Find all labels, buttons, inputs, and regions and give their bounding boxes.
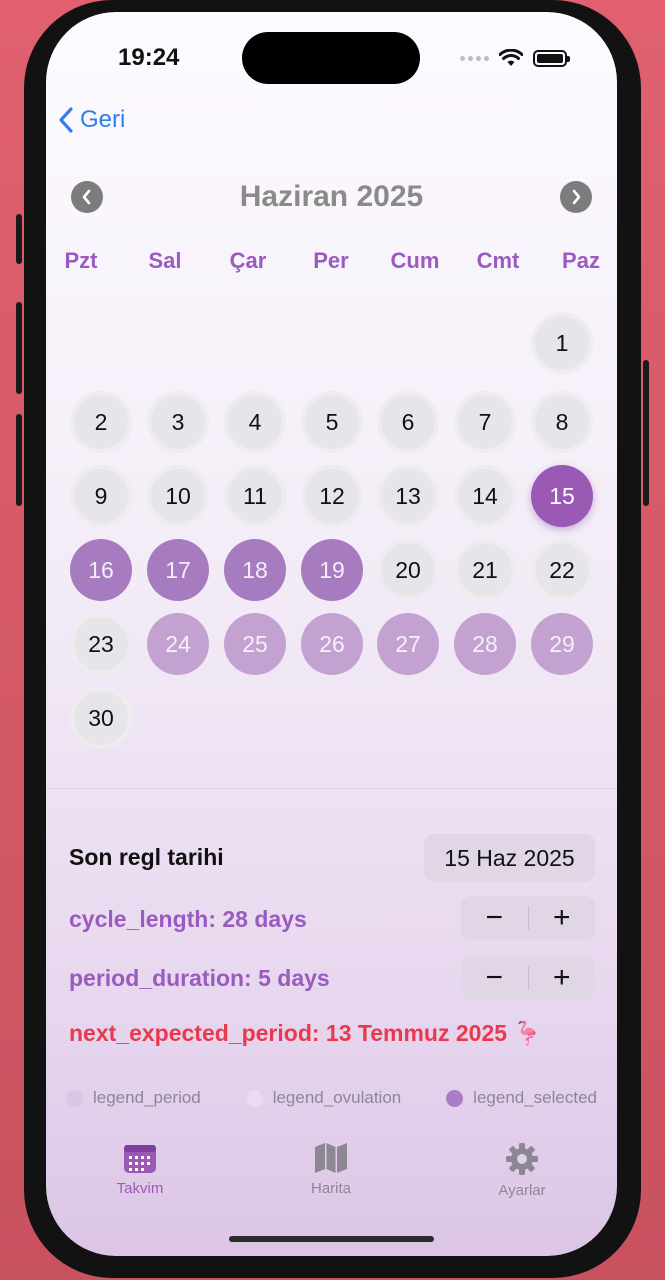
calendar-day-period[interactable]: 19 bbox=[301, 539, 363, 601]
legend-ovulation-label: legend_ovulation bbox=[272, 1088, 402, 1107]
battery-icon bbox=[533, 49, 570, 67]
calendar-day-ovulation[interactable]: 27 bbox=[377, 613, 439, 675]
period-duration-decrement-button[interactable]: − bbox=[461, 956, 528, 1000]
volume-up-button bbox=[16, 302, 22, 394]
calendar-legend: legend_period legend_ovulation legend_se… bbox=[66, 1088, 597, 1108]
tab-bar: Takvim Harita Ayarlar bbox=[46, 1142, 617, 1212]
cycle-length-label: cycle_length: 28 days bbox=[69, 906, 307, 932]
calendar-day[interactable]: 13 bbox=[377, 465, 439, 527]
month-header: Haziran 2025 bbox=[46, 176, 617, 220]
weekday-label: Sal bbox=[148, 248, 182, 273]
calendar-day-ovulation[interactable]: 29 bbox=[531, 613, 593, 675]
cycle-length-increment-button[interactable]: + bbox=[529, 896, 596, 940]
calendar-day[interactable]: 14 bbox=[454, 465, 516, 527]
chevron-left-icon bbox=[59, 107, 73, 133]
calendar-day[interactable]: 11 bbox=[224, 465, 286, 527]
calendar-day-period[interactable]: 16 bbox=[70, 539, 132, 601]
app-screen: 19:24 Geri Haziran 2025 Pzt Sal Çar Per … bbox=[46, 12, 617, 1256]
signal-icon bbox=[460, 55, 489, 61]
calendar-day[interactable]: 9 bbox=[70, 465, 132, 527]
next-month-button[interactable] bbox=[560, 181, 592, 213]
calendar-day[interactable]: 8 bbox=[531, 391, 593, 453]
calendar-day[interactable]: 30 bbox=[70, 687, 132, 749]
last-period-date-picker[interactable]: 15 Haz 2025 bbox=[424, 834, 595, 882]
gear-icon bbox=[506, 1143, 538, 1175]
calendar-day-ovulation[interactable]: 26 bbox=[301, 613, 363, 675]
calendar-day[interactable]: 21 bbox=[454, 539, 516, 601]
calendar-day-ovulation[interactable]: 28 bbox=[454, 613, 516, 675]
calendar-day[interactable]: 20 bbox=[377, 539, 439, 601]
tab-settings[interactable]: Ayarlar bbox=[462, 1142, 582, 1199]
calendar-day[interactable]: 1 bbox=[531, 312, 593, 374]
calendar-day[interactable]: 10 bbox=[147, 465, 209, 527]
weekday-header: Pzt Sal Çar Per Cum Cmt Paz bbox=[46, 248, 617, 278]
home-indicator bbox=[229, 1236, 434, 1242]
period-dot-icon bbox=[66, 1089, 83, 1107]
calendar-day[interactable]: 23 bbox=[70, 613, 132, 675]
calendar-day[interactable]: 7 bbox=[454, 391, 516, 453]
wifi-icon bbox=[499, 49, 523, 66]
next-expected-period-label: next_expected_period: 13 Temmuz 2025 🦩 bbox=[69, 1020, 543, 1046]
period-duration-stepper: − + bbox=[461, 956, 595, 1000]
calendar-day[interactable]: 6 bbox=[377, 391, 439, 453]
calendar-day[interactable]: 4 bbox=[224, 391, 286, 453]
period-duration-increment-button[interactable]: + bbox=[529, 956, 596, 1000]
calendar-day-ovulation[interactable]: 25 bbox=[224, 613, 286, 675]
legend-item-selected: legend_selected bbox=[446, 1088, 597, 1108]
weekday-label: Cmt bbox=[476, 248, 520, 273]
cycle-length-stepper: − + bbox=[461, 896, 595, 940]
weekday-label: Cum bbox=[390, 248, 440, 273]
legend-selected-label: legend_selected bbox=[473, 1088, 597, 1107]
tab-calendar[interactable]: Takvim bbox=[80, 1142, 200, 1197]
calendar-day[interactable]: 2 bbox=[70, 391, 132, 453]
calendar-day-period[interactable]: 17 bbox=[147, 539, 209, 601]
calendar-day[interactable]: 5 bbox=[301, 391, 363, 453]
chevron-right-icon bbox=[572, 189, 581, 205]
power-button bbox=[643, 360, 649, 506]
legend-item-period: legend_period bbox=[66, 1088, 201, 1108]
weekday-label: Çar bbox=[229, 248, 267, 273]
legend-item-ovulation: legend_ovulation bbox=[245, 1088, 402, 1108]
period-duration-label: period_duration: 5 days bbox=[69, 965, 330, 991]
selected-dot-icon bbox=[446, 1089, 464, 1107]
weekday-label: Pzt bbox=[64, 248, 98, 273]
status-icons bbox=[460, 49, 570, 67]
weekday-label: Per bbox=[313, 248, 349, 273]
month-title: Haziran 2025 bbox=[239, 180, 424, 213]
last-period-label: Son regl tarihi bbox=[69, 844, 224, 870]
calendar-day[interactable]: 3 bbox=[147, 391, 209, 453]
tab-map[interactable]: Harita bbox=[271, 1142, 391, 1197]
action-button bbox=[16, 214, 22, 264]
tab-calendar-label: Takvim bbox=[116, 1180, 164, 1197]
calendar-day-ovulation[interactable]: 24 bbox=[147, 613, 209, 675]
cycle-length-decrement-button[interactable]: − bbox=[461, 896, 528, 940]
section-divider bbox=[46, 788, 617, 789]
tab-settings-label: Ayarlar bbox=[498, 1182, 546, 1199]
map-icon bbox=[315, 1143, 347, 1173]
legend-period-label: legend_period bbox=[93, 1088, 201, 1107]
calendar-day[interactable]: 12 bbox=[301, 465, 363, 527]
weekday-label: Paz bbox=[562, 248, 600, 273]
calendar-day-selected[interactable]: 15 bbox=[531, 465, 593, 527]
back-label: Geri bbox=[80, 106, 126, 133]
volume-down-button bbox=[16, 414, 22, 506]
calendar-icon bbox=[124, 1145, 156, 1173]
calendar-day[interactable]: 22 bbox=[531, 539, 593, 601]
status-time: 19:24 bbox=[118, 44, 180, 71]
dynamic-island bbox=[242, 32, 420, 84]
calendar-day-period[interactable]: 18 bbox=[224, 539, 286, 601]
back-button[interactable]: Geri bbox=[58, 106, 125, 134]
ovulation-dot-icon bbox=[245, 1089, 263, 1107]
tab-map-label: Harita bbox=[310, 1180, 351, 1197]
